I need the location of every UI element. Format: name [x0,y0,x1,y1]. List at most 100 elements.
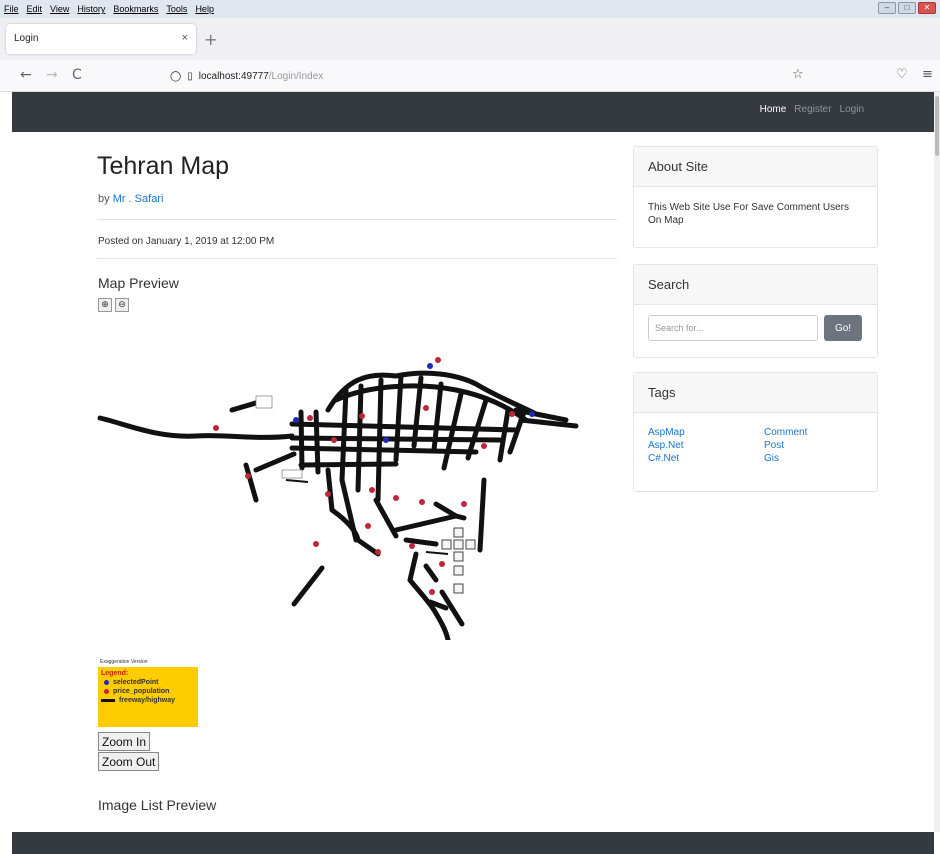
menu-bookmarks[interactable]: Bookmarks [113,4,158,14]
page-scrollbar[interactable] [934,92,940,832]
nav-home-link[interactable]: Home [760,104,787,115]
point [325,491,331,497]
road-line-icon [101,699,115,702]
point [481,443,487,449]
reload-icon[interactable]: C [72,67,82,83]
menu-help[interactable]: Help [195,4,214,14]
zoom-out-button[interactable]: Zoom Out [98,752,160,771]
menu-file[interactable]: File [4,4,19,14]
legend-item: selectedPoint [104,679,195,686]
new-tab-button[interactable]: + [204,30,217,49]
road [325,467,335,513]
point [529,411,535,417]
about-text: This Web Site Use For Save Comment Users… [648,202,849,226]
image-list-heading: Image List Preview [98,797,217,813]
site-navbar: Home Register Login [12,92,934,132]
go-button[interactable]: Go! [824,315,862,341]
zoom-in-tool-icon[interactable]: ⊕ [98,298,112,312]
divider [97,258,617,259]
road [477,477,487,553]
menu-tools[interactable]: Tools [166,4,187,14]
road-network [97,370,579,640]
point [213,425,219,431]
post-date: Posted on January 1, 2019 at 12:00 PM [98,236,275,247]
bookmark-star-icon[interactable]: ☆ [792,67,804,82]
legend-item: freeway/highway [101,697,195,704]
map-tool-icons: ⊕ ⊖ [98,298,129,312]
tab-close-icon[interactable]: × [182,32,188,44]
road [291,565,325,607]
pocket-icon[interactable]: ♡ [896,67,908,82]
tag-link[interactable]: Gis [764,453,864,464]
tag-link[interactable]: C#.Net [648,453,764,464]
scrollbar-thumb[interactable] [935,96,939,156]
nav-register-link[interactable]: Register [794,104,831,115]
pan-up-button [453,527,464,538]
about-card: About Site This Web Site Use For Save Co… [633,146,878,248]
point [435,357,441,363]
tehran-map[interactable] [96,340,596,640]
point [423,405,429,411]
legend-title: Legend: [101,670,129,677]
zoom-out-tool-icon[interactable]: ⊖ [115,298,129,312]
maximize-button[interactable]: □ [898,2,916,14]
tab-bar: Login × + [0,18,940,60]
zoom-minus-button [453,583,464,594]
forward-icon[interactable]: → [46,67,58,83]
point [409,543,415,549]
map-label-box [281,469,303,479]
hamburger-menu-icon[interactable]: ≡ [922,67,933,82]
road [285,479,309,483]
search-input[interactable] [648,315,818,341]
road [289,435,503,443]
tag-link[interactable]: Asp.Net [648,440,764,451]
url-bar[interactable]: ◯ ▯ localhost:49777/Login/Index [170,65,810,87]
zoom-in-button[interactable]: Zoom In [98,732,151,751]
legend-label: selectedPoint [113,679,159,686]
point [509,411,515,417]
shield-icon: ◯ [170,70,182,82]
author-link[interactable]: Mr . Safari [113,193,164,205]
tags-card: Tags AspMap Comment Asp.Net Post C#.Net … [633,372,878,492]
point [293,417,299,423]
back-icon[interactable]: ← [20,67,32,83]
menu-view[interactable]: View [50,4,69,14]
point [427,363,433,369]
point [429,589,435,595]
url-path: /Login/Index [268,70,324,82]
point [419,499,425,505]
map-preview-heading: Map Preview [98,275,179,291]
legend-label: freeway/highway [119,697,176,704]
tab-login[interactable]: Login × [6,24,196,54]
browser-toolbar: ← → C ◯ ▯ localhost:49777/Login/Index ☆ … [0,60,940,92]
about-heading: About Site [634,147,877,187]
tag-link[interactable]: Comment [764,427,864,438]
point [369,487,375,493]
tag-link[interactable]: Post [764,440,864,451]
minimize-button[interactable]: – [878,2,896,14]
search-heading: Search [634,265,877,305]
nav-login-link[interactable]: Login [840,104,864,115]
search-row: Go! [648,315,863,341]
road [313,409,321,475]
page-icon: ▯ [187,70,193,82]
url-host: localhost:49777 [198,70,269,82]
tag-link[interactable]: AspMap [648,427,764,438]
point [383,437,389,443]
site-footer [12,832,934,854]
legend-label: price_population [113,688,170,695]
road [355,537,381,557]
road [407,577,451,640]
road [393,513,459,533]
browser-menubar: File Edit View History Bookmarks Tools H… [0,0,940,18]
post-title: Tehran Map [97,152,230,180]
point [375,549,381,555]
post-byline: by Mr . Safari [98,193,163,205]
road [423,563,439,583]
menu-history[interactable]: History [77,4,105,14]
divider [97,219,617,220]
road [403,537,439,547]
window-close-button[interactable]: ✕ [918,2,936,14]
menu-edit[interactable]: Edit [27,4,43,14]
legend-item: price_population [104,688,195,695]
